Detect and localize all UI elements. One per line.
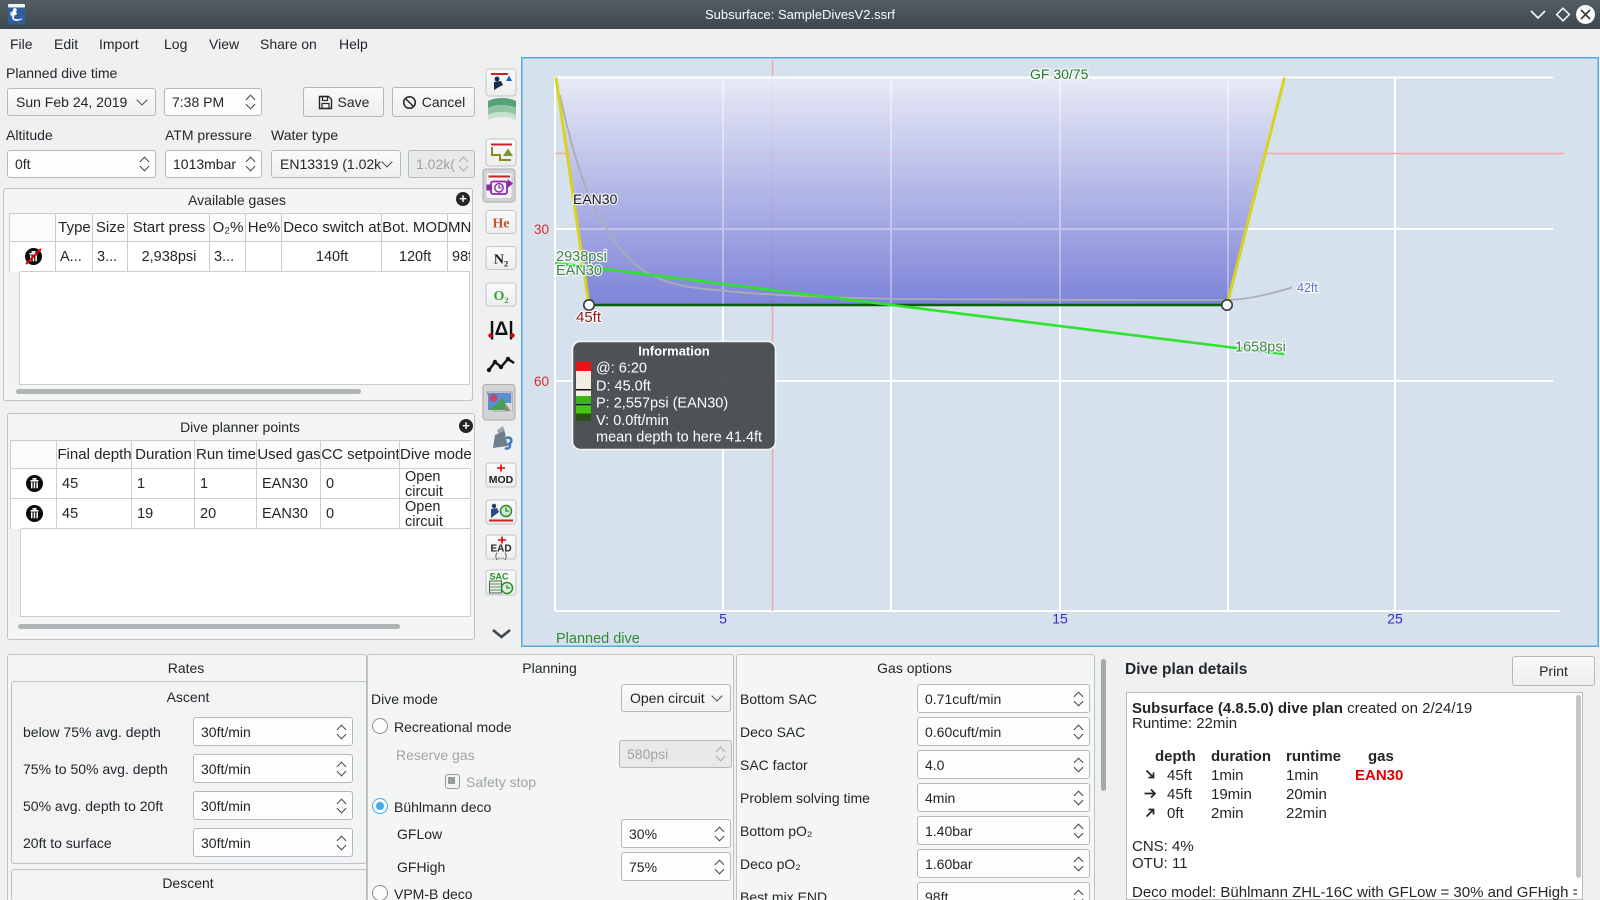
svg-text:V: 0.0ft/min: V: 0.0ft/min: [596, 413, 669, 429]
svg-text:GF 30/75: GF 30/75: [1030, 66, 1089, 82]
svg-text:mean depth to here 41.4ft: mean depth to here 41.4ft: [596, 430, 762, 446]
svg-text:15: 15: [1052, 611, 1068, 627]
svg-text:Information: Information: [638, 344, 710, 359]
svg-text:60: 60: [534, 374, 549, 389]
svg-text:He: He: [492, 217, 509, 232]
svg-text:42ft: 42ft: [1297, 281, 1318, 295]
svg-text:Planned dive: Planned dive: [556, 631, 640, 647]
svg-text:@: 6:20: @: 6:20: [596, 360, 647, 376]
svg-text:(...): (...): [495, 552, 507, 561]
svg-text:|Δ|: |Δ|: [489, 319, 513, 340]
svg-text:N₂: N₂: [494, 253, 508, 268]
svg-text:P: 2,557psi (EAN30): P: 2,557psi (EAN30): [596, 396, 728, 412]
svg-text:25: 25: [1387, 611, 1403, 627]
svg-text:5: 5: [719, 611, 727, 627]
svg-text:EAN30: EAN30: [556, 263, 602, 279]
svg-text:SAC: SAC: [489, 572, 509, 582]
svg-text:MOD: MOD: [489, 474, 514, 486]
svg-text:30: 30: [534, 222, 549, 237]
svg-text:EAN30: EAN30: [573, 191, 618, 207]
svg-text:1658psi: 1658psi: [1235, 340, 1286, 356]
svg-text:D: 45.0ft: D: 45.0ft: [596, 379, 651, 395]
svg-text:45ft: 45ft: [576, 309, 602, 326]
svg-text:O₂: O₂: [493, 289, 508, 304]
